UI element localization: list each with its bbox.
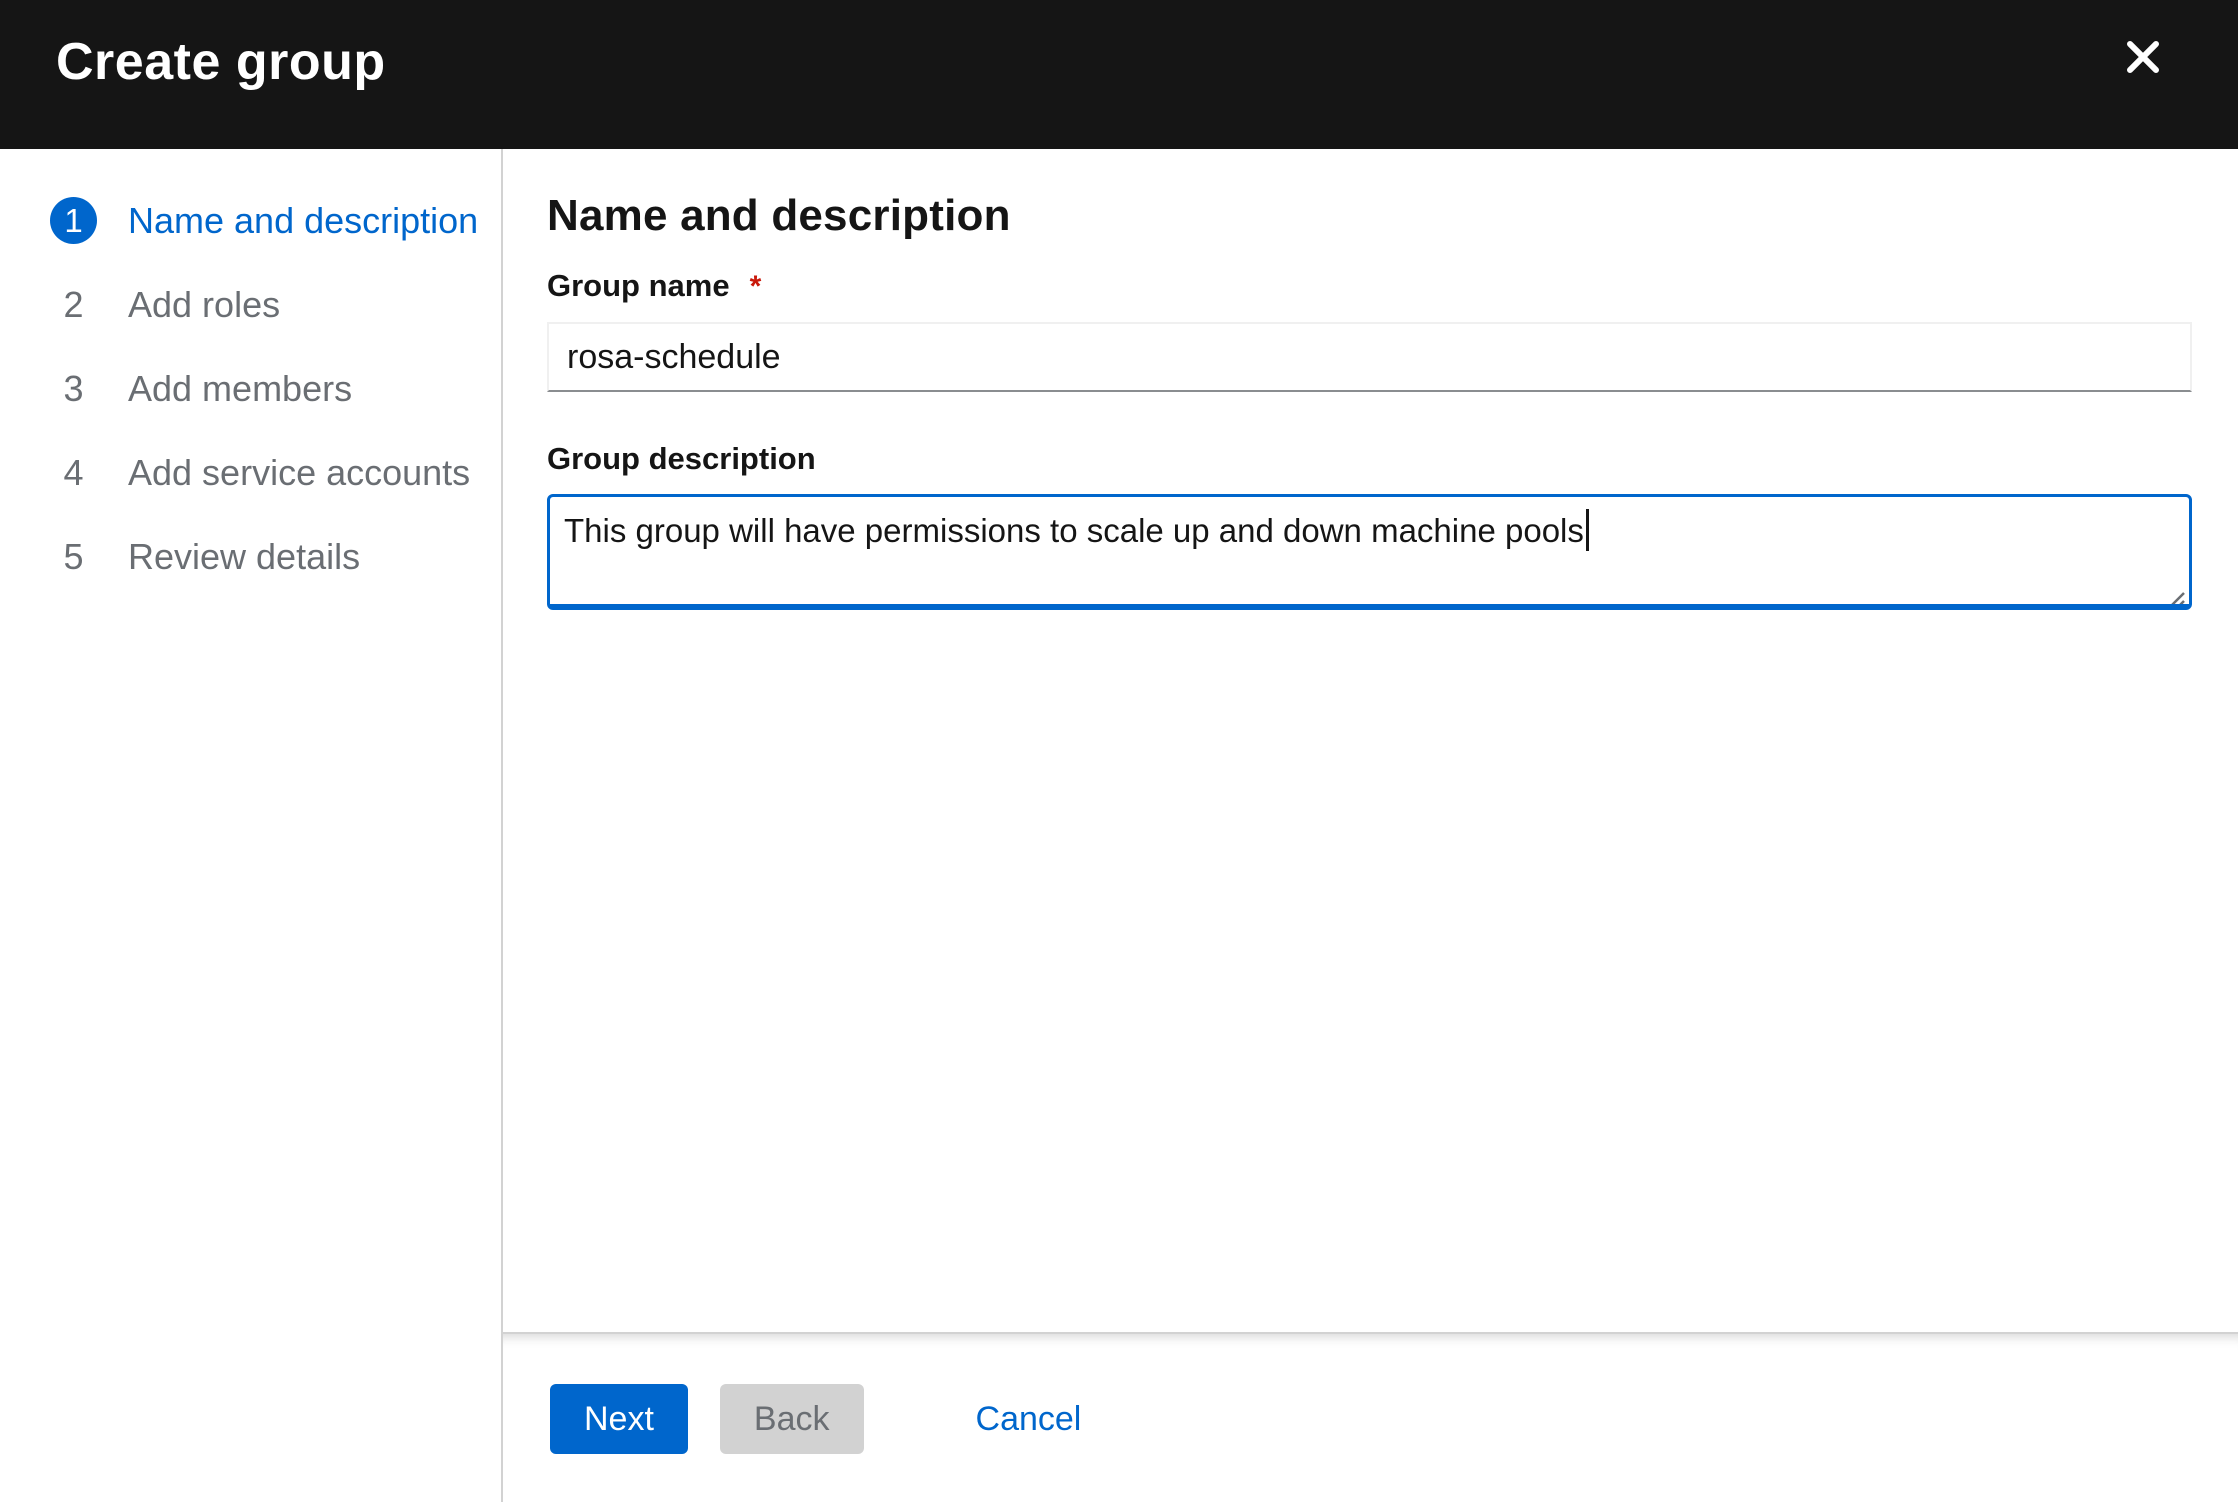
cancel-button[interactable]: Cancel bbox=[976, 1384, 1082, 1454]
step-label: Review details bbox=[128, 536, 360, 578]
group-name-form-group: Group name * bbox=[547, 267, 2192, 392]
step-add-members[interactable]: 3 Add members bbox=[50, 365, 481, 412]
back-button[interactable]: Back bbox=[720, 1384, 864, 1454]
step-number: 4 bbox=[50, 449, 97, 496]
step-review-details[interactable]: 5 Review details bbox=[50, 533, 481, 580]
wizard-title: Create group bbox=[56, 32, 386, 92]
create-group-modal: Create group 1 Name and description 2 Ad… bbox=[0, 0, 2238, 1502]
step-add-roles[interactable]: 2 Add roles bbox=[50, 281, 481, 328]
step-number: 2 bbox=[50, 281, 97, 328]
group-description-input[interactable]: This group will have permissions to scal… bbox=[547, 494, 2192, 610]
group-description-label-text: Group description bbox=[547, 440, 816, 478]
wizard-body: 1 Name and description 2 Add roles 3 Add… bbox=[0, 149, 2238, 1502]
step-number: 5 bbox=[50, 533, 97, 580]
text-caret bbox=[1586, 509, 1589, 551]
group-description-value: This group will have permissions to scal… bbox=[564, 512, 1584, 549]
group-description-label: Group description bbox=[547, 440, 2192, 478]
step-number: 3 bbox=[50, 365, 97, 412]
step-content: Name and description Group name * Group … bbox=[503, 149, 2238, 1332]
close-icon bbox=[2126, 40, 2160, 74]
step-name-and-description[interactable]: 1 Name and description bbox=[50, 197, 481, 244]
wizard-steps-nav: 1 Name and description 2 Add roles 3 Add… bbox=[0, 149, 503, 1502]
required-indicator: * bbox=[750, 268, 762, 306]
next-button[interactable]: Next bbox=[550, 1384, 688, 1454]
step-label: Add service accounts bbox=[128, 452, 470, 494]
group-name-label-text: Group name bbox=[547, 267, 730, 305]
resize-handle-icon[interactable] bbox=[2164, 576, 2186, 598]
step-label: Add members bbox=[128, 368, 352, 410]
wizard-footer: Next Back Cancel bbox=[503, 1332, 2238, 1502]
step-number-badge: 1 bbox=[50, 197, 97, 244]
wizard-header: Create group bbox=[0, 0, 2238, 149]
step-label: Name and description bbox=[128, 200, 478, 242]
group-name-label: Group name * bbox=[547, 267, 2192, 306]
step-heading: Name and description bbox=[547, 191, 2192, 241]
group-description-form-group: Group description This group will have p… bbox=[547, 440, 2192, 610]
steps-list: 1 Name and description 2 Add roles 3 Add… bbox=[50, 197, 481, 580]
main-column: Name and description Group name * Group … bbox=[503, 149, 2238, 1502]
close-button[interactable] bbox=[2112, 26, 2174, 88]
step-label: Add roles bbox=[128, 284, 280, 326]
group-name-input[interactable] bbox=[547, 322, 2192, 392]
step-add-service-accounts[interactable]: 4 Add service accounts bbox=[50, 449, 481, 496]
